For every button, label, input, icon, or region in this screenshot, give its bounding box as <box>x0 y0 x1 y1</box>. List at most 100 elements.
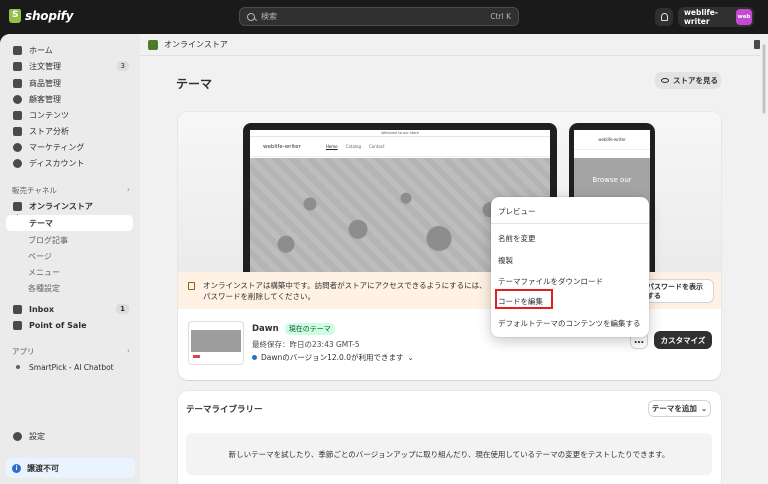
customize-button[interactable]: カスタマイズ <box>654 331 712 349</box>
sales-channels-header[interactable]: 販売チャネル › <box>12 185 130 196</box>
store-menu-button[interactable]: weblife-writer web <box>678 7 754 27</box>
scrollbar[interactable] <box>760 34 768 484</box>
home-icon <box>13 45 22 55</box>
app-bullet-icon <box>16 365 20 369</box>
status-badge: 現在のテーマ <box>284 323 335 335</box>
menu-divider <box>491 223 649 224</box>
preview-nav-link: Contact <box>369 144 385 149</box>
sidebar-item-products[interactable]: 商品管理 <box>6 75 133 91</box>
sidebar-item-pos[interactable]: Point of Sale <box>6 317 133 333</box>
warning-text: オンラインストアは構築中です。訪問者がストアにアクセスできるようにするには、パス… <box>203 281 487 301</box>
add-theme-button[interactable]: テーマを追加 ⌄ <box>648 400 711 417</box>
sidebar-item-label: コンテンツ <box>29 110 69 120</box>
chevron-right-icon: › <box>127 185 130 194</box>
sidebar-item-home[interactable]: ホーム <box>6 42 133 58</box>
theme-name: Dawn 現在のテーマ <box>252 323 335 335</box>
scrollbar-thumb[interactable] <box>762 44 766 114</box>
add-theme-label: テーマを追加 <box>651 404 697 413</box>
search-shortcut: Ctrl K <box>490 12 511 21</box>
section-label: アプリ <box>12 347 35 356</box>
menu-item-edit-default-content[interactable]: デフォルトテーマのコンテンツを編集する <box>498 318 641 329</box>
sidebar-item-menus[interactable]: メニュー <box>28 267 60 278</box>
storefront-icon <box>13 201 22 211</box>
sidebar-item-label: 商品管理 <box>29 78 61 88</box>
library-empty-state: 新しいテーマを試したり、季節ごとのバージョンアップに取り組んだり、現在使用してい… <box>186 433 712 475</box>
online-store-icon <box>148 39 158 50</box>
document-icon <box>13 110 22 120</box>
pos-icon <box>13 320 22 330</box>
sidebar-item-label: 顧客管理 <box>29 94 61 104</box>
sidebar-item-settings[interactable]: 設定 <box>6 428 133 444</box>
sidebar-item-label: Point of Sale <box>29 320 87 330</box>
sidebar-item-themes[interactable]: テーマ <box>6 215 133 231</box>
sidebar-item-pages[interactable]: ページ <box>28 251 52 262</box>
non-transferable-notice[interactable]: i 譲渡不可 <box>6 458 135 478</box>
menu-item-preview[interactable]: プレビュー <box>498 206 536 217</box>
discount-icon <box>13 158 22 168</box>
sidebar-item-app-smartpick[interactable]: SmartPick - AI Chatbot <box>6 359 133 375</box>
sidebar-item-label: テーマ <box>29 218 53 228</box>
inbox-tray-icon <box>13 61 22 71</box>
update-dot-icon <box>252 355 257 360</box>
sidebar-item-label: オンラインストア <box>29 201 93 211</box>
target-icon <box>13 142 22 152</box>
version-notice[interactable]: Dawnのバージョン12.0.0が利用できます ⌄ <box>252 352 414 363</box>
last-saved: 最終保存：昨日の23:43 GMT-5 <box>252 340 360 349</box>
bar-chart-icon <box>13 126 22 136</box>
avatar: web <box>736 9 752 25</box>
menu-item-download[interactable]: テーマファイルをダウンロード <box>498 276 603 287</box>
sidebar-item-label: SmartPick - AI Chatbot <box>29 362 114 372</box>
breadcrumb-label[interactable]: オンラインストア <box>164 39 228 50</box>
sidebar-item-label: Inbox <box>29 304 55 314</box>
theme-thumbnail[interactable] <box>188 321 244 365</box>
app-frame: ホーム 注文管理 3 商品管理 顧客管理 コンテンツ ストア分析 マーケティング … <box>0 34 768 484</box>
menu-item-rename[interactable]: 名前を変更 <box>498 233 536 244</box>
sidebar-item-online-store[interactable]: オンラインストア <box>6 198 133 214</box>
shopify-bag-icon <box>9 9 21 23</box>
chevron-down-icon: ⌄ <box>407 353 414 362</box>
theme-actions-menu: プレビュー 名前を変更 複製 テーマファイルをダウンロード コードを編集 デフォ… <box>491 197 649 337</box>
gear-icon <box>13 431 22 441</box>
person-icon <box>13 94 22 104</box>
view-store-label: ストアを見る <box>673 76 718 85</box>
search-icon <box>247 12 255 21</box>
tag-icon <box>13 78 22 88</box>
inbox-count-badge: 1 <box>116 304 129 314</box>
sidebar-item-inbox[interactable]: Inbox 1 <box>6 301 133 317</box>
bell-icon <box>660 13 668 21</box>
sidebar-item-label: ホーム <box>29 45 53 55</box>
notifications-button[interactable] <box>655 8 673 26</box>
version-text: Dawnのバージョン12.0.0が利用できます <box>261 353 404 362</box>
top-bar: shopify 検索 Ctrl K weblife-writer web <box>0 0 768 34</box>
sidebar-item-orders[interactable]: 注文管理 3 <box>6 58 133 74</box>
library-title: テーマライブラリー <box>186 405 263 415</box>
store-name: weblife-writer <box>684 8 718 26</box>
sidebar-item-content[interactable]: コンテンツ <box>6 107 133 123</box>
eye-icon <box>661 78 669 83</box>
sidebar-item-preferences[interactable]: 各種設定 <box>28 283 60 294</box>
apps-header[interactable]: アプリ › <box>12 346 130 357</box>
info-icon: i <box>12 463 21 473</box>
sidebar-item-label: マーケティング <box>29 142 85 152</box>
sidebar-item-analytics[interactable]: ストア分析 <box>6 123 133 139</box>
sidebar-item-label: 注文管理 <box>29 61 61 71</box>
chevron-right-icon: › <box>127 346 130 355</box>
sidebar-item-label: 設定 <box>29 431 45 441</box>
lock-icon <box>188 282 195 290</box>
show-password-button[interactable]: パスワードを表示する <box>640 279 714 303</box>
sidebar-item-blog-posts[interactable]: ブログ記事 <box>28 235 68 246</box>
search-placeholder: 検索 <box>261 12 277 21</box>
menu-item-duplicate[interactable]: 複製 <box>498 255 513 266</box>
logo-text: shopify <box>25 9 74 23</box>
highlight-box <box>495 289 553 309</box>
orders-count-badge: 3 <box>116 61 129 71</box>
preview-nav-link: Home <box>325 144 338 149</box>
chevron-down-icon: ⌄ <box>700 404 708 413</box>
announcement-bar: Welcome to our store <box>250 130 550 137</box>
sidebar-item-marketing[interactable]: マーケティング <box>6 139 133 155</box>
view-store-button[interactable]: ストアを見る <box>655 72 721 89</box>
shopify-logo[interactable]: shopify <box>9 9 73 23</box>
sidebar-item-customers[interactable]: 顧客管理 <box>6 91 133 107</box>
sidebar-item-discounts[interactable]: ディスカウント <box>6 155 133 171</box>
search-input[interactable]: 検索 Ctrl K <box>239 7 519 26</box>
